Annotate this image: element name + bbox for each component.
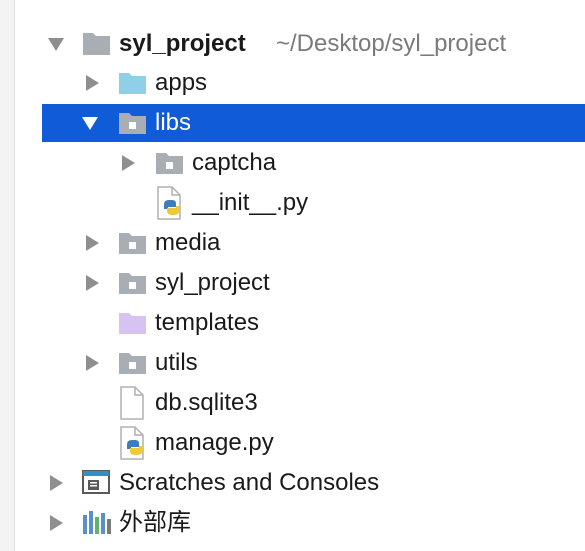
tree-item-label: manage.py	[155, 429, 274, 456]
chevron-right-icon[interactable]	[86, 275, 99, 291]
tree-row-libs[interactable]: libs	[42, 104, 585, 142]
tree-item-label: libs	[155, 109, 192, 136]
tree-row-utils[interactable]: utils	[0, 343, 585, 383]
file-icon	[120, 386, 144, 420]
tree-row-scratches[interactable]: Scratches and Consoles	[0, 463, 585, 503]
scratches-icon	[82, 470, 110, 494]
tree-item-label: __init__.py	[192, 189, 309, 216]
python-file-icon	[120, 426, 144, 460]
chevron-right-icon[interactable]	[50, 475, 63, 491]
tree-row-apps[interactable]: apps	[0, 63, 585, 103]
tree-row-captcha[interactable]: captcha	[0, 143, 585, 183]
chevron-right-icon[interactable]	[50, 515, 63, 531]
project-tree: syl_project ~/Desktop/syl_project apps l…	[0, 0, 585, 551]
folder-icon	[83, 33, 110, 55]
tree-row-root[interactable]: syl_project ~/Desktop/syl_project	[0, 24, 585, 64]
chevron-right-icon[interactable]	[86, 75, 99, 91]
chevron-right-icon[interactable]	[122, 155, 135, 171]
tree-item-label: captcha	[192, 149, 277, 176]
chevron-down-icon[interactable]	[82, 117, 98, 130]
templates-folder-icon	[119, 313, 146, 334]
python-package-icon	[119, 233, 146, 254]
python-package-icon	[119, 353, 146, 374]
chevron-down-icon[interactable]	[48, 38, 64, 51]
tree-item-label: apps	[155, 69, 208, 96]
tree-item-label: 外部库	[119, 509, 191, 536]
python-package-icon	[119, 273, 146, 294]
python-file-icon	[157, 186, 181, 220]
python-package-icon	[119, 113, 146, 134]
chevron-right-icon[interactable]	[86, 235, 99, 251]
tree-row-syl-project[interactable]: syl_project	[0, 263, 585, 303]
tree-row-media[interactable]: media	[0, 223, 585, 263]
tree-item-label: db.sqlite3	[155, 389, 258, 416]
libraries-icon	[83, 511, 111, 534]
tree-row-db-sqlite3[interactable]: db.sqlite3	[0, 383, 585, 423]
tree-row-manage-py[interactable]: manage.py	[0, 423, 585, 463]
chevron-right-icon[interactable]	[86, 355, 99, 371]
root-path-label: ~/Desktop/syl_project	[276, 30, 507, 57]
tree-item-label: media	[155, 229, 221, 256]
tree-row-init-py[interactable]: __init__.py	[0, 183, 585, 223]
root-name-label: syl_project	[119, 30, 246, 57]
package-folder-icon	[119, 73, 146, 94]
tree-item-label: utils	[155, 349, 198, 376]
tree-item-label: syl_project	[155, 269, 270, 296]
tree-item-label: Scratches and Consoles	[119, 469, 380, 496]
tree-row-templates[interactable]: templates	[0, 303, 585, 343]
python-package-icon	[156, 153, 183, 174]
tree-row-external-libraries[interactable]: 外部库	[0, 503, 585, 543]
tree-item-label: templates	[155, 309, 260, 336]
